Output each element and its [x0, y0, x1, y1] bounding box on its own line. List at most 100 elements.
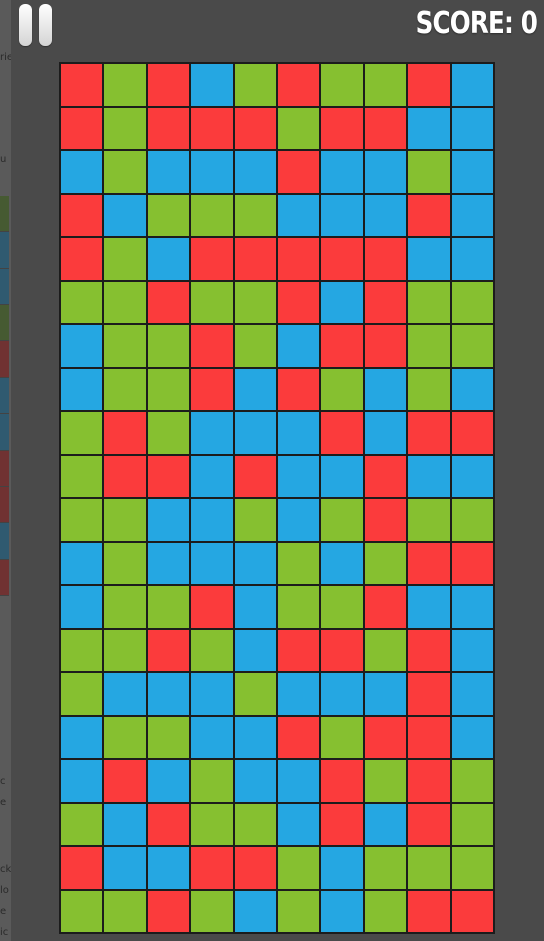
tile-green[interactable] — [408, 325, 450, 367]
tile-blue[interactable] — [278, 499, 320, 541]
tile-red[interactable] — [147, 107, 190, 149]
tile-red[interactable] — [408, 542, 450, 584]
tile-blue[interactable] — [451, 368, 493, 410]
tile-green[interactable] — [451, 803, 493, 845]
tile-red[interactable] — [278, 238, 320, 280]
tile-green[interactable] — [61, 890, 103, 932]
tile-blue[interactable] — [61, 716, 103, 758]
tile-red[interactable] — [147, 629, 190, 671]
tile-blue[interactable] — [321, 673, 363, 715]
tile-green[interactable] — [191, 890, 233, 932]
tile-green[interactable] — [451, 760, 493, 802]
tile-green[interactable] — [104, 64, 146, 106]
tile-blue[interactable] — [278, 760, 320, 802]
tile-green[interactable] — [364, 629, 407, 671]
tile-red[interactable] — [321, 412, 363, 454]
tile-red[interactable] — [278, 368, 320, 410]
tile-green[interactable] — [408, 151, 450, 193]
tile-red[interactable] — [321, 107, 363, 149]
tile-blue[interactable] — [451, 629, 493, 671]
tile-green[interactable] — [278, 586, 320, 628]
tile-green[interactable] — [147, 194, 190, 236]
tile-blue[interactable] — [321, 455, 363, 497]
tile-blue[interactable] — [61, 368, 103, 410]
tile-blue[interactable] — [364, 803, 407, 845]
tile-red[interactable] — [191, 368, 233, 410]
tile-red[interactable] — [278, 64, 320, 106]
tile-blue[interactable] — [451, 151, 493, 193]
tile-blue[interactable] — [61, 760, 103, 802]
tile-red[interactable] — [191, 107, 233, 149]
tile-green[interactable] — [61, 673, 103, 715]
tile-red[interactable] — [278, 281, 320, 323]
tile-red[interactable] — [364, 107, 407, 149]
tile-blue[interactable] — [147, 499, 190, 541]
tile-blue[interactable] — [191, 673, 233, 715]
tile-red[interactable] — [234, 238, 276, 280]
tile-green[interactable] — [451, 281, 493, 323]
tile-green[interactable] — [321, 586, 363, 628]
tile-red[interactable] — [61, 847, 103, 889]
tile-red[interactable] — [408, 412, 450, 454]
tile-green[interactable] — [104, 238, 146, 280]
tile-blue[interactable] — [364, 151, 407, 193]
tile-green[interactable] — [104, 107, 146, 149]
tile-blue[interactable] — [408, 586, 450, 628]
tile-red[interactable] — [364, 325, 407, 367]
tile-green[interactable] — [234, 325, 276, 367]
tile-blue[interactable] — [191, 455, 233, 497]
tile-blue[interactable] — [191, 64, 233, 106]
tile-green[interactable] — [234, 673, 276, 715]
tile-green[interactable] — [408, 499, 450, 541]
tile-red[interactable] — [451, 412, 493, 454]
tile-blue[interactable] — [321, 281, 363, 323]
tile-blue[interactable] — [191, 412, 233, 454]
tile-red[interactable] — [451, 542, 493, 584]
tile-blue[interactable] — [147, 238, 190, 280]
tile-green[interactable] — [104, 586, 146, 628]
tile-red[interactable] — [191, 586, 233, 628]
tile-green[interactable] — [191, 803, 233, 845]
tile-blue[interactable] — [451, 716, 493, 758]
tile-blue[interactable] — [234, 151, 276, 193]
tile-red[interactable] — [104, 455, 146, 497]
tile-blue[interactable] — [61, 542, 103, 584]
tile-blue[interactable] — [104, 803, 146, 845]
tile-blue[interactable] — [61, 325, 103, 367]
tile-blue[interactable] — [451, 194, 493, 236]
tile-red[interactable] — [278, 716, 320, 758]
tile-green[interactable] — [191, 194, 233, 236]
tile-green[interactable] — [61, 629, 103, 671]
tile-red[interactable] — [321, 325, 363, 367]
tile-red[interactable] — [61, 238, 103, 280]
tile-green[interactable] — [147, 586, 190, 628]
tile-blue[interactable] — [321, 542, 363, 584]
tile-red[interactable] — [364, 238, 407, 280]
tile-green[interactable] — [321, 64, 363, 106]
tile-green[interactable] — [321, 499, 363, 541]
tile-green[interactable] — [61, 803, 103, 845]
tile-red[interactable] — [451, 890, 493, 932]
tile-red[interactable] — [408, 194, 450, 236]
tile-green[interactable] — [104, 542, 146, 584]
tile-blue[interactable] — [364, 673, 407, 715]
tile-blue[interactable] — [234, 586, 276, 628]
tile-blue[interactable] — [234, 412, 276, 454]
tile-green[interactable] — [321, 716, 363, 758]
tile-blue[interactable] — [191, 716, 233, 758]
tile-green[interactable] — [321, 368, 363, 410]
tile-blue[interactable] — [278, 803, 320, 845]
tile-blue[interactable] — [234, 629, 276, 671]
tile-red[interactable] — [104, 760, 146, 802]
tile-green[interactable] — [104, 325, 146, 367]
tile-red[interactable] — [234, 847, 276, 889]
tile-red[interactable] — [364, 281, 407, 323]
tile-blue[interactable] — [104, 847, 146, 889]
tile-blue[interactable] — [451, 455, 493, 497]
tile-green[interactable] — [451, 847, 493, 889]
tile-green[interactable] — [408, 281, 450, 323]
tile-blue[interactable] — [234, 368, 276, 410]
tile-blue[interactable] — [234, 542, 276, 584]
tile-blue[interactable] — [147, 542, 190, 584]
tile-blue[interactable] — [451, 238, 493, 280]
